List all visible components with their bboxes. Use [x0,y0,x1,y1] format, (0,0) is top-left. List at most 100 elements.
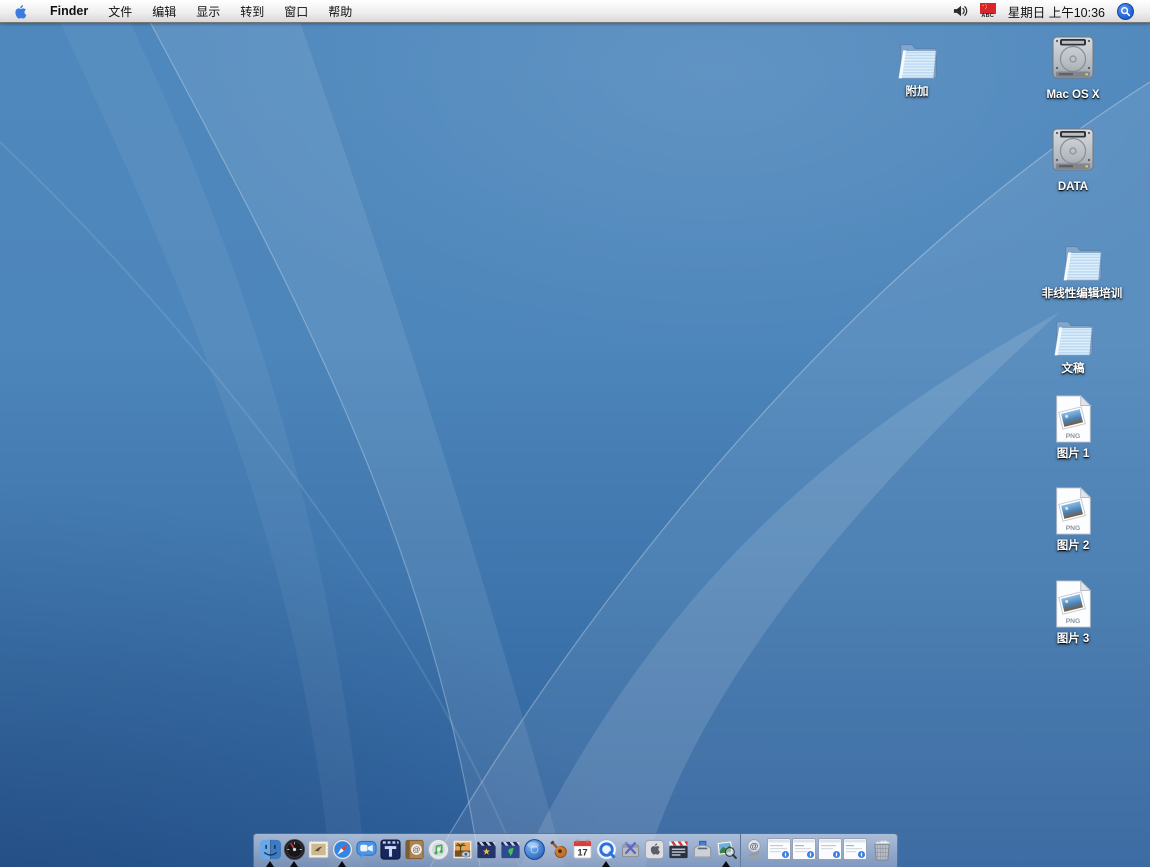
menu-bar-status: ABC 星期日 上午10:36 [953,0,1134,22]
menu-go[interactable]: 转到 [240,3,264,20]
desktop-icon-folder-fujia[interactable]: 附加 [857,38,977,100]
disk-utility-tools-icon [619,838,642,861]
trash-full-icon [869,837,895,862]
at-glyph: @ [412,845,420,854]
menu-bar-left: Finder 文件 编辑 显示 转到 窗口 帮助 [0,3,352,20]
dock-item-preview[interactable] [714,834,738,867]
preview-icon [715,838,738,861]
dock-minimized-window-4[interactable] [843,834,867,867]
apple-menu[interactable] [12,3,28,20]
quicktime-icon [595,838,618,861]
ichat-icon [355,838,378,861]
desktop-icon-label: 图片 3 [1057,633,1090,646]
desktop-icon-label: 图片 2 [1057,540,1090,553]
dock-item-final-cut[interactable] [666,834,690,867]
menu-help[interactable]: 帮助 [328,3,352,20]
dock-item-dashboard[interactable] [282,834,306,867]
apple-logo-icon [12,3,28,20]
dock-item-toast[interactable] [690,834,714,867]
png-badge: PNG [1066,433,1081,440]
dock-item-mail[interactable] [306,834,330,867]
hard-drive-icon [1047,33,1099,85]
running-indicator [266,861,274,867]
png-badge: PNG [1066,525,1081,532]
menu-edit[interactable]: 编辑 [152,3,176,20]
desktop-icon-png-1[interactable]: PNG 图片 1 [1013,394,1133,462]
dock-minimized-window-1[interactable] [767,834,791,867]
finder-icon [259,838,282,861]
dock-item-address-book[interactable]: @ [402,834,426,867]
desktop-icon-folder-training[interactable]: 非线性编辑培训 [1022,240,1142,302]
minimized-safari-window [818,838,842,860]
dock-item-itunes[interactable] [426,834,450,867]
png-badge: PNG [1066,618,1081,625]
running-indicator [602,861,610,867]
menu-bar-clock[interactable]: 星期日 上午10:36 [1008,2,1105,21]
desktop-icon-folder-documents[interactable]: 文稿 [1013,315,1133,377]
dock-item-disk-utility[interactable] [618,834,642,867]
dock-apps: @ [254,834,740,867]
dock-item-idvd[interactable] [522,834,546,867]
input-method-label: ABC [981,14,994,20]
dock-item-finder[interactable] [258,834,282,867]
dock-item-garageband[interactable] [546,834,570,867]
dock-item-trash[interactable] [868,834,896,867]
menu-view[interactable]: 显示 [196,3,220,20]
dock-item-safari[interactable] [330,834,354,867]
png-file-icon: PNG [1051,579,1095,629]
input-method-menu-extra[interactable]: ABC [980,3,996,20]
folder-icon [1057,240,1107,284]
minimized-safari-window [843,838,867,860]
wallpaper-curves [0,22,1150,867]
system-preferences-icon [643,838,666,861]
internet-location-icon: @ [743,838,765,861]
address-book-icon: @ [403,838,426,861]
mail-stamp-icon [307,838,330,861]
dock-item-ichat[interactable] [354,834,378,867]
minimized-safari-window [767,838,791,860]
running-indicator [722,861,730,867]
dock-minimized-window-3[interactable] [818,834,842,867]
imovie-clapperboard-icon [475,838,498,861]
dashboard-icon [283,838,306,861]
spotlight-search-icon [1119,5,1132,18]
menu-window[interactable]: 窗口 [284,3,308,20]
livetype-icon [379,838,402,861]
dock-minimized-window-2[interactable] [792,834,816,867]
desktop-icon-png-3[interactable]: PNG 图片 3 [1013,579,1133,647]
folder-icon [892,38,942,82]
dock-item-livetype[interactable] [378,834,402,867]
safari-icon [331,838,354,861]
hard-drive-icon [1047,125,1099,177]
dock-item-iphoto[interactable] [450,834,474,867]
spotlight-menu-extra[interactable] [1117,3,1134,20]
volume-menu-extra[interactable] [953,4,968,18]
desktop-icon-drive-data[interactable]: DATA [1013,125,1133,195]
menu-file[interactable]: 文件 [108,3,132,20]
running-indicator [338,861,346,867]
desktop-icon-png-2[interactable]: PNG 图片 2 [1013,486,1133,554]
at-glyph: @ [750,840,758,850]
desktop-icon-drive-macosx[interactable]: Mac OS X [1013,33,1133,103]
dock-minimized-area: @ [741,834,897,867]
dock-item-system-preferences[interactable] [642,834,666,867]
dock-item-internet-location[interactable]: @ [742,834,766,867]
dock-item-imovie[interactable] [474,834,498,867]
desktop-icon-label: 非线性编辑培训 [1042,288,1123,301]
dock-item-ical[interactable]: 17 [570,834,594,867]
dock-item-quicktime[interactable] [594,834,618,867]
desktop-wallpaper [0,22,1150,867]
desktop-icon-label: DATA [1058,181,1088,194]
garageband-icon [547,838,570,861]
toast-icon [691,838,714,861]
ical-day: 17 [577,847,587,857]
folder-icon [1048,315,1098,359]
desktop-icon-label: 图片 1 [1057,448,1090,461]
speaker-icon [953,4,968,18]
dock-item-clapper-green[interactable] [498,834,522,867]
png-file-icon: PNG [1051,394,1095,444]
app-menu-finder[interactable]: Finder [50,4,88,18]
minimized-safari-window [792,838,816,860]
png-file-icon: PNG [1051,486,1095,536]
idvd-disc-icon [523,838,546,861]
